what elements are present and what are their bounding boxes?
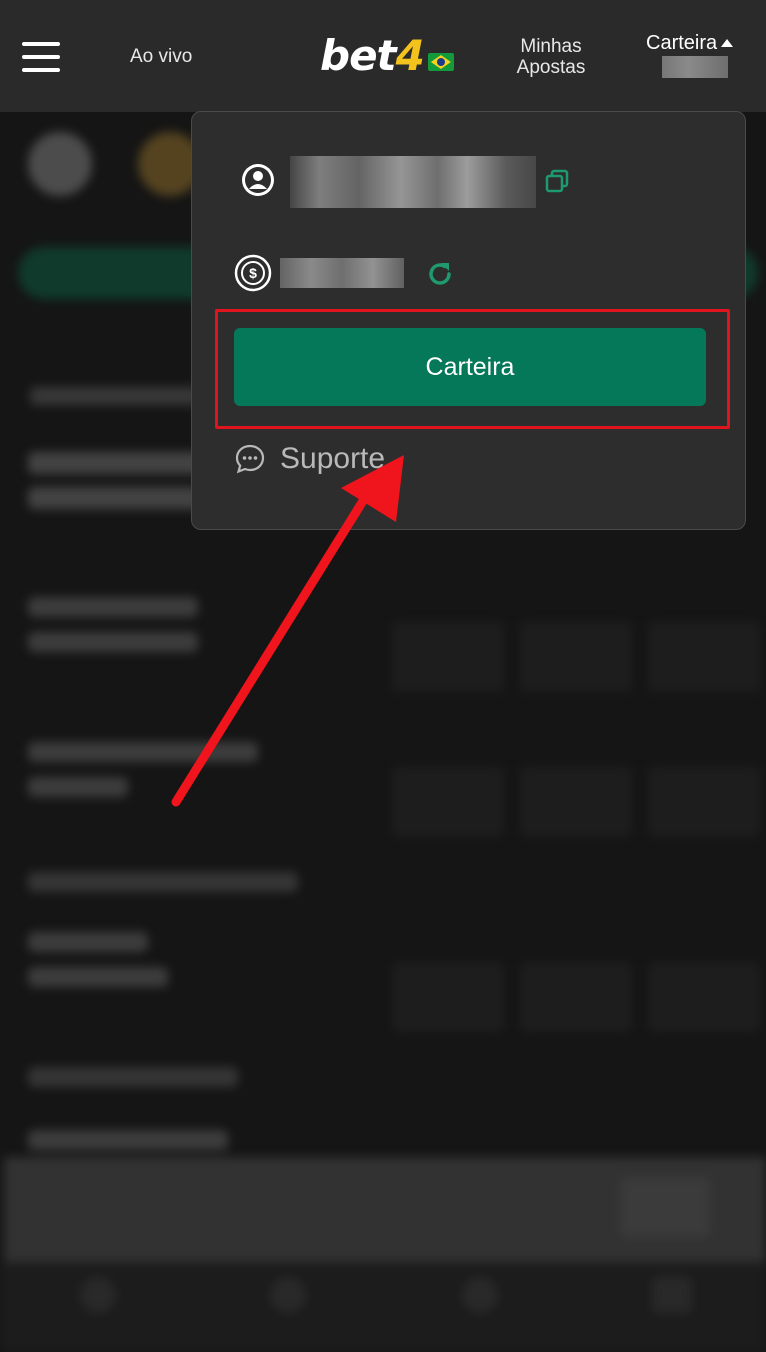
support-link[interactable]: Suporte: [234, 442, 385, 476]
my-bets-nav-link[interactable]: Minhas Apostas: [508, 36, 594, 78]
chat-bubble-icon: [235, 444, 265, 474]
redacted-balance-value: [280, 258, 404, 288]
wallet-menu-label: Carteira: [646, 32, 718, 54]
bet4-logo[interactable]: bet4: [320, 30, 454, 80]
wallet-button[interactable]: Carteira: [234, 328, 706, 406]
redacted-balance: [662, 56, 728, 78]
refresh-icon[interactable]: [424, 258, 456, 290]
logo-number-text: 4: [395, 30, 425, 80]
top-header: Ao vivo bet4 Minhas Apostas Carteira: [0, 0, 766, 112]
dollar-coin-icon: $: [234, 254, 272, 292]
redacted-user-id: [290, 156, 536, 208]
hamburger-icon[interactable]: [22, 42, 60, 72]
support-label: Suporte: [280, 442, 386, 475]
brazil-flag-icon: [427, 53, 454, 71]
wallet-dropdown-panel: $ Carteira Suporte: [191, 111, 746, 530]
caret-up-icon: [721, 38, 734, 47]
wallet-menu-toggle[interactable]: Carteira: [646, 32, 734, 55]
live-nav-link[interactable]: Ao vivo: [130, 46, 192, 68]
copy-icon[interactable]: [544, 168, 570, 194]
logo-brand-text: bet: [320, 30, 397, 80]
user-circle-icon: [242, 164, 274, 196]
svg-text:$: $: [249, 265, 257, 281]
